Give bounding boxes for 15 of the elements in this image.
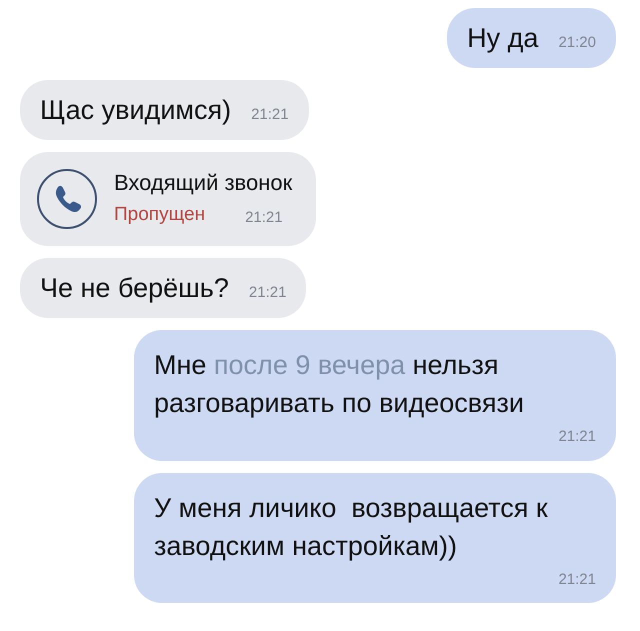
message-text: У меня личико возвращается к заводским настройкам)) (154, 492, 549, 563)
call-bubble[interactable]: Входящий звонок Пропущен 21:21 (20, 152, 316, 246)
call-title: Входящий звонок (114, 168, 292, 197)
message-time: 21:21 (251, 104, 289, 124)
message-time: 21:21 (245, 208, 283, 228)
call-status: Пропущен (114, 202, 206, 227)
message-time: 21:21 (248, 282, 286, 302)
message-time: 21:21 (558, 427, 596, 447)
message-time: 21:21 (558, 570, 596, 590)
message-text: Щас увидимся) (40, 94, 232, 126)
message-text: Че не берёшь? (40, 272, 229, 304)
message-text: Ну да (467, 22, 538, 54)
message-text: Мне после 9 вечера нельзя разговаривать по видеосвязи (154, 349, 525, 420)
message-time: 21:20 (558, 32, 596, 52)
phone-icon (36, 168, 98, 230)
